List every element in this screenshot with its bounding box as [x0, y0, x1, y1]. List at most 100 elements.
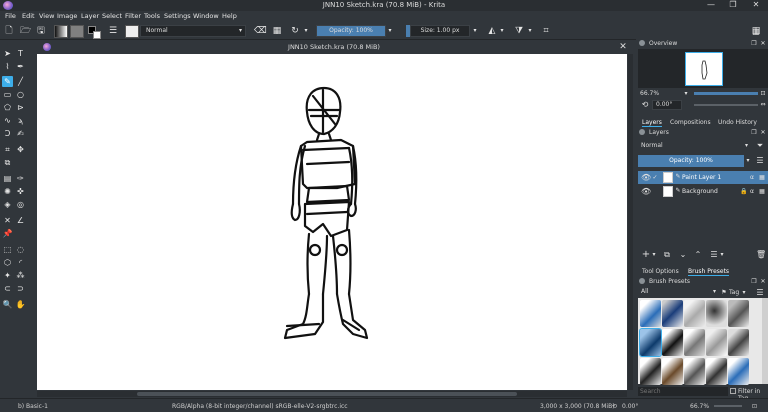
rotate-icon[interactable]: ⟲ [641, 100, 649, 109]
inherit-alpha-icon[interactable]: ▦ [758, 173, 766, 182]
text-tool-icon[interactable]: T [15, 48, 26, 59]
brush-preset-item[interactable] [684, 300, 705, 327]
tab-tool-options[interactable]: Tool Options [642, 268, 679, 275]
smart-patch-icon[interactable]: ✜ [15, 186, 26, 197]
eye-icon[interactable]: 👁 [641, 173, 651, 182]
menu-tools[interactable]: Tools [144, 12, 160, 20]
reference-images-icon[interactable]: 📌 [2, 228, 13, 239]
rotation-slider[interactable] [694, 104, 758, 106]
tab-brush-presets[interactable]: Brush Presets [688, 268, 730, 276]
chevron-down-icon[interactable]: ▾ [498, 26, 506, 36]
menu-file[interactable]: File [5, 12, 16, 20]
similar-selection-icon[interactable]: ⁂ [15, 270, 26, 281]
brush-preset-item[interactable] [640, 300, 661, 327]
gradient-swatch[interactable] [54, 25, 68, 38]
inherit-alpha-icon[interactable]: ▦ [758, 187, 766, 196]
overview-zoom-slider[interactable] [694, 92, 758, 95]
duplicate-layer-icon[interactable]: ⧉ [662, 250, 672, 259]
vertical-scrollbar[interactable] [628, 54, 633, 390]
menu-edit[interactable]: Edit [22, 12, 35, 20]
chevron-down-icon[interactable]: ▾ [745, 156, 751, 165]
menu-settings[interactable]: Settings [164, 12, 191, 20]
tab-undo-history[interactable]: Undo History [718, 119, 757, 126]
overview-zoom-value[interactable]: 66.7% [640, 90, 659, 97]
move-layer-up-icon[interactable]: ⌃ [693, 250, 703, 259]
new-document-icon[interactable]: 🗋 [4, 26, 14, 36]
size-slider[interactable]: Size: 1.00 px [410, 25, 470, 37]
rectangular-selection-icon[interactable]: ⬚ [2, 244, 13, 255]
lock-icon[interactable]: 🔒 [740, 187, 748, 196]
horizontal-scrollbar[interactable] [37, 391, 627, 397]
freehand-brush-icon[interactable]: ✎ [2, 76, 13, 87]
float-docker-icon[interactable]: ❐ [750, 128, 758, 137]
brush-preset-item[interactable] [706, 300, 727, 327]
brush-grid-scrollbar[interactable] [762, 298, 768, 384]
bezier-selection-icon[interactable]: ⊂ [2, 283, 13, 294]
polyline-tool-icon[interactable]: ⊳ [15, 102, 26, 113]
enclose-fill-icon[interactable]: ◎ [15, 199, 26, 210]
brush-preset-item[interactable] [706, 358, 727, 385]
chevron-down-icon[interactable]: ▾ [302, 26, 310, 36]
rotation-input[interactable]: 0.00° [652, 100, 682, 110]
magnetic-selection-icon[interactable]: ⊃ [15, 283, 26, 294]
opacity-slider[interactable]: Opacity: 100% [316, 25, 386, 37]
save-icon[interactable]: 🖫 [36, 26, 46, 36]
checkmark-icon[interactable]: ✓ [652, 173, 658, 182]
open-document-icon[interactable]: 🗁 [20, 26, 31, 36]
layer-name[interactable]: Background [682, 185, 718, 198]
filter-icon[interactable]: ⏷ [755, 141, 765, 150]
gradient-tool-icon[interactable]: ▤ [2, 173, 13, 184]
layer-menu-icon[interactable]: ☰ [755, 156, 765, 165]
wrap-around-icon[interactable]: ⌗ [541, 26, 551, 36]
preserve-alpha-icon[interactable]: ▦ [272, 26, 282, 36]
brush-preset-item[interactable] [684, 329, 705, 356]
filter-in-tag-checkbox[interactable] [730, 388, 736, 394]
polygon-tool-icon[interactable]: ⬠ [2, 102, 13, 113]
polygonal-selection-icon[interactable]: ⬡ [2, 257, 13, 268]
rotation-reset-icon[interactable]: ⟲ [612, 403, 617, 410]
status-zoom-slider[interactable] [714, 405, 742, 407]
drawing-canvas[interactable] [37, 54, 627, 390]
move-tool-icon[interactable]: ✥ [15, 144, 26, 155]
measure-tool-icon[interactable]: ∠ [15, 215, 26, 226]
brush-preset-item[interactable] [662, 300, 683, 327]
menu-image[interactable]: Image [57, 12, 77, 20]
alpha-lock-icon[interactable]: α [748, 173, 756, 182]
tag-icon[interactable]: ⚑ [720, 288, 728, 297]
freehand-selection-icon[interactable]: ◜ [15, 257, 26, 268]
contiguous-selection-icon[interactable]: ✦ [2, 270, 13, 281]
eraser-icon[interactable]: ⌫ [254, 26, 267, 36]
brush-preset-item[interactable] [706, 329, 727, 356]
overview-thumbnail[interactable] [685, 52, 723, 86]
scrollbar-thumb[interactable] [137, 392, 517, 396]
current-brush-label[interactable]: b) Basic-1 [18, 403, 48, 410]
menu-view[interactable]: View [39, 12, 54, 20]
menu-help[interactable]: Help [222, 12, 237, 20]
brush-preset-item[interactable] [662, 329, 683, 356]
colorize-mask-icon[interactable]: ✺ [2, 186, 13, 197]
calligraphy-icon[interactable]: ✒ [15, 61, 26, 72]
elliptical-selection-icon[interactable]: ◌ [15, 244, 26, 255]
chevron-down-icon[interactable]: ▾ [526, 26, 534, 36]
mirror-vertical-icon[interactable]: ⧩ [514, 26, 524, 36]
layer-row[interactable]: 👁 ✎ Background 🔒 α ▦ [638, 185, 768, 198]
crop-tool-icon[interactable]: ⌗ [2, 144, 13, 155]
color-picker-icon[interactable]: ✑ [15, 173, 26, 184]
workspace-switch-icon[interactable]: ▥ [751, 27, 761, 36]
menu-layer[interactable]: Layer [81, 12, 99, 20]
brush-search-input[interactable] [638, 387, 728, 396]
layer-blend-mode-select[interactable]: Normal ▾ [638, 140, 750, 151]
multibrush-icon[interactable]: ✍ [15, 128, 26, 139]
layer-name[interactable]: Paint Layer 1 [682, 171, 721, 184]
chevron-down-icon[interactable]: ▾ [651, 250, 657, 259]
close-docker-icon[interactable]: ✕ [759, 39, 767, 48]
mirror-horizontal-icon[interactable]: ◭ [487, 26, 497, 36]
brush-preset-item[interactable] [728, 300, 749, 327]
dynamic-brush-icon[interactable]: Ɔ [2, 128, 13, 139]
assistant-tool-icon[interactable]: ✕ [2, 215, 13, 226]
brush-settings-icon[interactable]: ☰ [108, 26, 118, 36]
menu-select[interactable]: Select [102, 12, 122, 20]
eye-icon[interactable]: 👁 [641, 187, 651, 196]
status-zoom-value[interactable]: 66.7% [690, 403, 709, 410]
brush-filter-select[interactable]: All ▾ [638, 287, 718, 297]
